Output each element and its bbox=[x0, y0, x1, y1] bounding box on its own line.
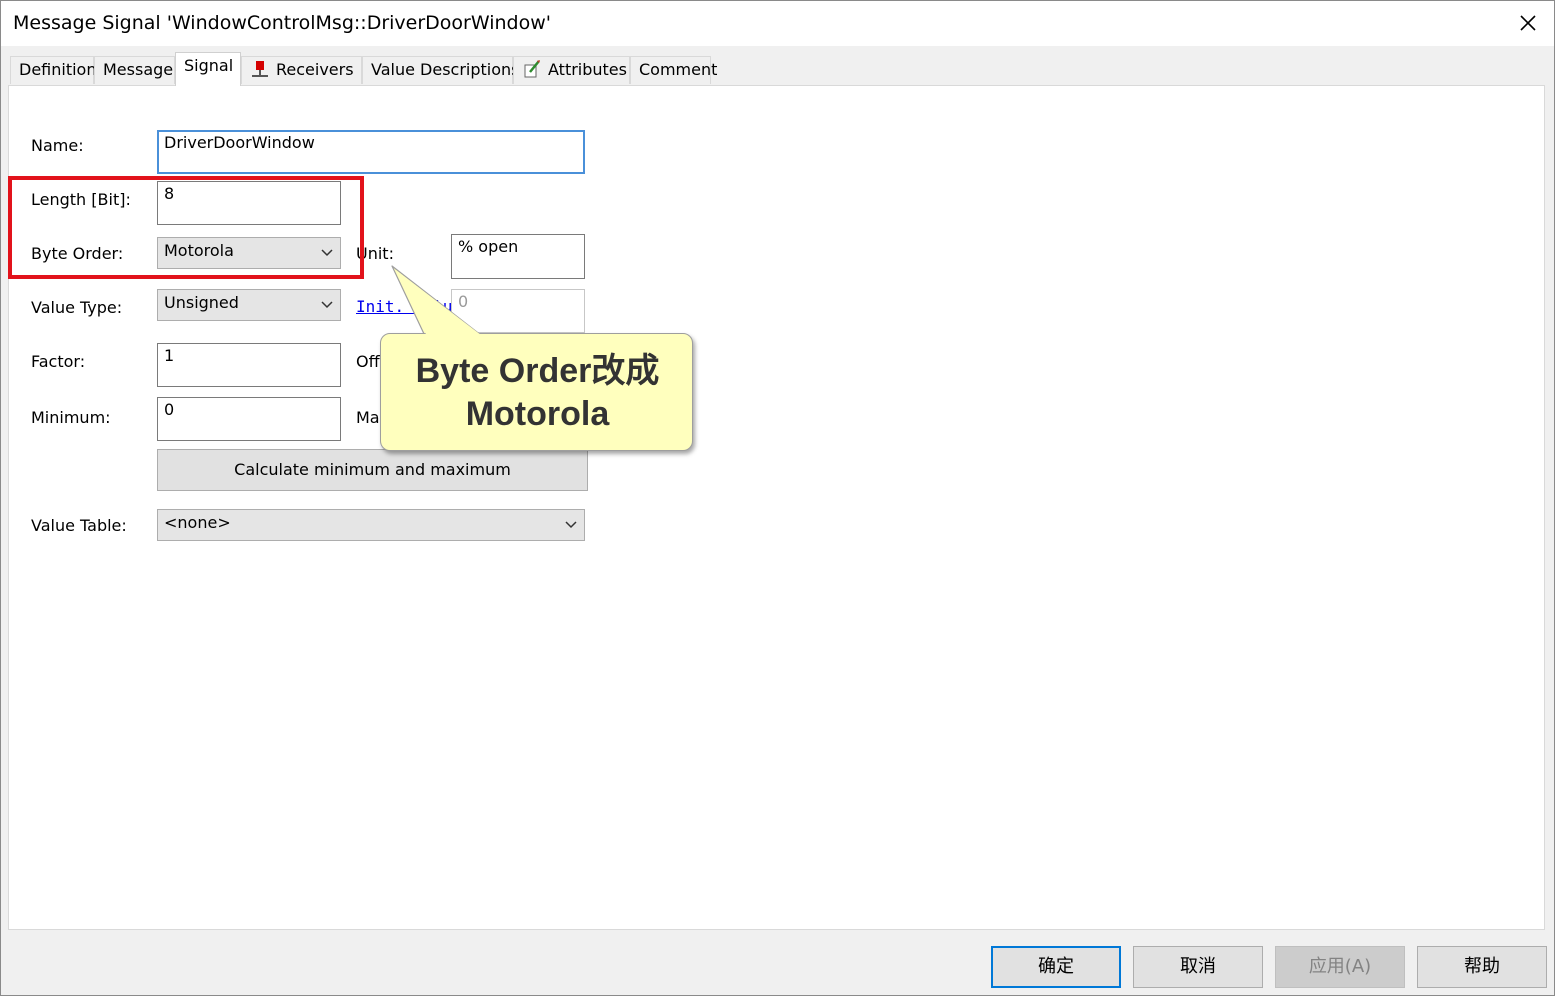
init-value-link[interactable]: Init. Value bbox=[356, 297, 462, 316]
length-input[interactable]: 8 bbox=[157, 181, 341, 225]
tab-message[interactable]: Message bbox=[94, 56, 175, 84]
minimum-input[interactable]: 0 bbox=[157, 397, 341, 441]
value-type-select[interactable]: Unsigned bbox=[157, 289, 341, 321]
tab-comment[interactable]: Comment bbox=[630, 56, 717, 84]
factor-label: Factor: bbox=[31, 352, 86, 371]
byte-order-select[interactable]: Motorola bbox=[157, 237, 341, 269]
length-label: Length [Bit]: bbox=[31, 190, 131, 209]
chevron-down-icon bbox=[321, 249, 333, 257]
window-title: Message Signal 'WindowControlMsg::Driver… bbox=[13, 12, 551, 34]
receivers-icon bbox=[252, 61, 268, 77]
callout-text: Byte Order改成 Motorola bbox=[381, 350, 694, 436]
tab-label: Message bbox=[103, 60, 174, 79]
value-type-value: Unsigned bbox=[164, 293, 239, 312]
tab-label: Comment bbox=[639, 60, 718, 79]
tab-attributes[interactable]: Attributes bbox=[513, 56, 630, 84]
close-button[interactable] bbox=[1514, 9, 1542, 37]
value-table-label: Value Table: bbox=[31, 516, 127, 535]
attributes-icon bbox=[524, 60, 540, 78]
value-table-select[interactable]: <none> bbox=[157, 509, 585, 541]
title-bar: Message Signal 'WindowControlMsg::Driver… bbox=[1, 1, 1554, 46]
unit-label: Unit: bbox=[356, 244, 394, 263]
value-table-value: <none> bbox=[164, 513, 231, 532]
callout-line-2: Motorola bbox=[465, 395, 610, 433]
cancel-button[interactable]: 取消 bbox=[1133, 946, 1263, 988]
ok-button[interactable]: 确定 bbox=[991, 946, 1121, 988]
tab-value-descriptions[interactable]: Value Descriptions bbox=[362, 56, 519, 84]
calculate-min-max-button[interactable]: Calculate minimum and maximum bbox=[157, 449, 588, 491]
chevron-down-icon bbox=[321, 301, 333, 309]
apply-button[interactable]: 应用(A) bbox=[1275, 946, 1405, 988]
tab-label: Definition bbox=[19, 60, 97, 79]
name-label: Name: bbox=[31, 136, 84, 155]
tab-strip: Definition Message Signal Receivers Valu… bbox=[0, 46, 1555, 86]
tab-label: Attributes bbox=[548, 60, 627, 79]
tab-label: Signal bbox=[184, 56, 234, 75]
annotation-callout: Byte Order改成 Motorola bbox=[380, 333, 693, 451]
tab-label: Value Descriptions bbox=[371, 60, 520, 79]
name-input[interactable]: DriverDoorWindow bbox=[157, 130, 585, 174]
value-type-label: Value Type: bbox=[31, 298, 123, 317]
tab-definition[interactable]: Definition bbox=[10, 56, 97, 84]
close-icon bbox=[1520, 15, 1536, 31]
callout-line-1: Byte Order改成 bbox=[415, 352, 660, 390]
tab-receivers[interactable]: Receivers bbox=[241, 56, 362, 84]
help-button[interactable]: 帮助 bbox=[1417, 946, 1547, 988]
tab-signal[interactable]: Signal bbox=[175, 52, 241, 86]
chevron-down-icon bbox=[565, 521, 577, 529]
tab-label: Receivers bbox=[276, 60, 354, 79]
factor-input[interactable]: 1 bbox=[157, 343, 341, 387]
init-value-input[interactable]: 0 bbox=[451, 289, 585, 333]
unit-input[interactable]: % open bbox=[451, 234, 585, 279]
byte-order-label: Byte Order: bbox=[31, 244, 124, 263]
minimum-label: Minimum: bbox=[31, 408, 111, 427]
byte-order-value: Motorola bbox=[164, 241, 234, 260]
